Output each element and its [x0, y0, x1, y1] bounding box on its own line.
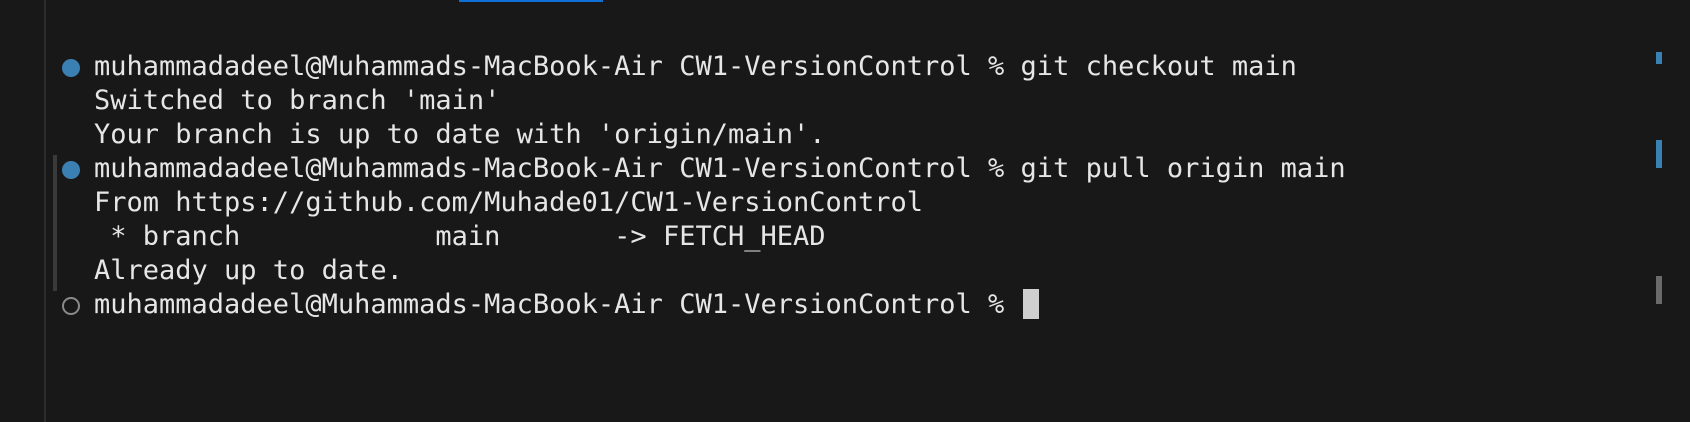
overview-ruler-mark [1656, 52, 1662, 64]
terminal-prompt-line[interactable]: muhammadadeel@Muhammads-MacBook-Air CW1-… [94, 288, 1039, 322]
terminal-line: Your branch is up to date with 'origin/m… [94, 119, 826, 150]
terminal-line: Switched to branch 'main' [94, 85, 501, 116]
prompt-text: muhammadadeel@Muhammads-MacBook-Air CW1-… [94, 289, 1021, 320]
terminal-scrollbar[interactable] [1656, 0, 1670, 422]
terminal-line: muhammadadeel@Muhammads-MacBook-Air CW1-… [94, 51, 1297, 82]
command-group-highlight [53, 155, 57, 291]
terminal-line: muhammadadeel@Muhammads-MacBook-Air CW1-… [94, 153, 1346, 184]
active-tab-indicator [459, 0, 603, 2]
terminal-line: From https://github.com/Muhade01/CW1-Ver… [94, 187, 924, 218]
terminal-line: * branch main -> FETCH_HEAD [94, 221, 826, 252]
command-success-icon[interactable] [62, 161, 80, 179]
command-pending-icon[interactable] [62, 297, 80, 315]
overview-ruler-mark [1656, 140, 1662, 168]
terminal-panel[interactable]: muhammadadeel@Muhammads-MacBook-Air CW1-… [0, 0, 1690, 422]
terminal-cursor [1022, 289, 1039, 319]
overview-ruler-mark [1656, 276, 1662, 304]
terminal-line: Already up to date. [94, 255, 403, 286]
command-success-icon[interactable] [62, 59, 80, 77]
panel-left-border [44, 0, 46, 422]
